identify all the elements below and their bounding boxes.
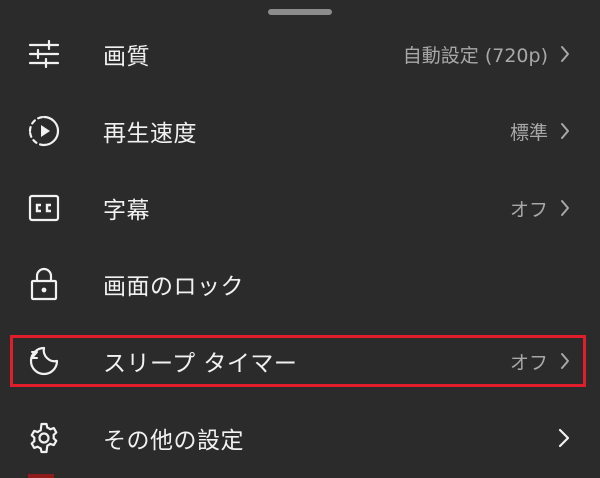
settings-item-label: 画質	[103, 44, 150, 70]
tune-sliders-icon	[24, 34, 64, 74]
chevron-right-icon	[558, 428, 570, 448]
settings-item-playback-speed[interactable]: 再生速度 標準	[0, 101, 600, 161]
gear-icon	[24, 418, 64, 458]
edge-mark	[28, 474, 54, 478]
settings-item-quality[interactable]: 画質 自動設定 (720p)	[0, 24, 600, 84]
chevron-right-icon	[561, 46, 569, 62]
settings-item-label: 再生速度	[103, 121, 197, 147]
lock-icon	[24, 264, 64, 304]
settings-item-label: その他の設定	[103, 428, 244, 454]
settings-item-value: 標準	[509, 121, 548, 144]
settings-item-value: オフ	[509, 198, 548, 221]
chevron-right-icon	[561, 200, 569, 216]
chevron-right-icon	[561, 123, 569, 139]
settings-item-additional-settings[interactable]: その他の設定	[0, 408, 600, 468]
highlight-box	[10, 335, 586, 387]
settings-sheet: 画質 自動設定 (720p) 再生速度 標準 字幕 オフ 画面のロック スリープ…	[0, 0, 600, 478]
closed-captions-icon	[24, 188, 64, 228]
settings-item-captions[interactable]: 字幕 オフ	[0, 178, 600, 238]
settings-item-screen-lock[interactable]: 画面のロック	[0, 254, 600, 314]
settings-item-label: 字幕	[103, 198, 150, 224]
settings-item-label: 画面のロック	[103, 274, 244, 300]
settings-item-value: 自動設定 (720p)	[402, 44, 548, 67]
playback-speed-icon	[24, 111, 64, 151]
drag-handle[interactable]	[268, 9, 332, 15]
